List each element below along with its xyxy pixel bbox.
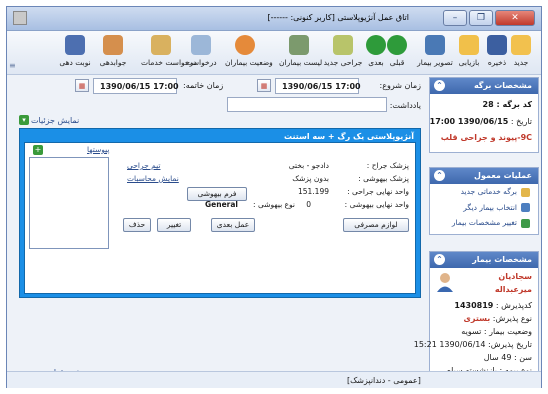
toolbar-appointment-button[interactable]: نوبت دهی	[55, 33, 95, 67]
anesthesia-type-value: General	[205, 200, 238, 209]
status-text: [عمومی - دندانپزشک]	[347, 376, 421, 385]
note-input[interactable]	[227, 97, 387, 112]
collapse-icon[interactable]: ⌃	[434, 170, 445, 181]
save-icon	[487, 35, 507, 55]
anesthesia-type-label: نوع بیهوشی :	[253, 200, 295, 209]
operations-panel-header[interactable]: عملیات معمول ⌃	[430, 168, 538, 184]
surgery-title: آنژیوپلاستی یک رگ + سه استنت	[284, 132, 414, 141]
patient-panel: مشخصات بیمار ⌃ سجادیان میرعبداله کدپذیرش…	[413, 251, 539, 387]
note-label: یادداشت:	[389, 101, 421, 110]
final-unit-value: 151.199	[297, 187, 329, 196]
toolbar-patient-status-button[interactable]: وضعیت بیماران	[225, 33, 273, 67]
request-icon	[191, 35, 211, 55]
search-icon	[289, 35, 309, 55]
admission-type: نوع پذیرش: بستری	[463, 314, 532, 323]
new-sheet-link[interactable]: برگه خدماتی جدید	[430, 184, 538, 200]
anesthetist-label: پزشک بیهوشی :	[358, 174, 409, 183]
window-title: اتاق عمل آنژیوپلاستی [کاربر کنونی: -----…	[267, 13, 409, 22]
surgery-detail-panel: + پیوستها پزشک جراح : دادجو - بختی پزشک …	[24, 142, 416, 294]
common-operations-panel: عملیات معمول ⌃ برگه خدماتی جدید انتخاب ب…	[429, 167, 539, 235]
collapse-icon[interactable]: ⌃	[434, 254, 445, 265]
select-patient-icon	[521, 203, 530, 212]
image-icon	[425, 35, 445, 55]
window-controls: – ❐ ✕	[443, 10, 535, 26]
next-icon	[366, 35, 386, 55]
surgery-card: آنژیوپلاستی یک رگ + سه استنت + پیوستها پ…	[19, 128, 421, 298]
next-operation-button[interactable]: عمل بعدی	[211, 218, 255, 232]
sidebar: مشخصات برگه ⌃ کد برگه : 28 تاریخ : 1390/…	[413, 77, 539, 387]
consumables-button[interactable]: لوازم مصرفی	[343, 218, 409, 232]
anesthesia-unit-label: واحد نهایی بیهوشی :	[344, 200, 409, 209]
record-diagnosis: 9C-پیوند و جراحی قلب	[440, 133, 532, 142]
calendar-icon[interactable]: ▦	[75, 79, 89, 92]
show-details-link[interactable]: نمایش جزئیات	[31, 116, 79, 125]
new-sheet-icon	[521, 187, 530, 197]
app-icon	[13, 11, 27, 25]
add-attachment-icon[interactable]: +	[33, 145, 43, 155]
anesthesia-unit-value: 0	[306, 200, 311, 209]
toolbar-grip-icon: ≡	[9, 61, 16, 70]
avatar	[437, 273, 453, 292]
toolbar-new-surgery-button[interactable]: جراحی جدید	[323, 33, 363, 67]
surgery-icon	[333, 35, 353, 55]
patient-panel-header[interactable]: مشخصات بیمار ⌃	[430, 252, 538, 268]
patient-panel-title: مشخصات بیمار	[472, 255, 532, 264]
patient-state: وضعیت بیمار : تسویه	[461, 327, 532, 336]
patient-status-icon	[235, 35, 255, 55]
start-time-input[interactable]: 1390/06/15 17:00	[275, 78, 361, 94]
admission-code: کدپذیرش : 1430819	[454, 301, 532, 310]
main-content: زمان شروع: 1390/06/15 17:00 ▦ زمان خاتمه…	[17, 77, 421, 377]
calendar-icon[interactable]: ▦	[257, 79, 271, 92]
maximize-button[interactable]: ❐	[469, 10, 493, 26]
select-patient-link[interactable]: انتخاب بیمار دیگر	[430, 200, 538, 216]
service-request-icon	[151, 35, 171, 55]
status-bar: [عمومی - دندانپزشک]	[7, 371, 541, 388]
minimize-button[interactable]: –	[443, 10, 467, 26]
edit-patient-link[interactable]: تغییر مشخصات بیمار	[430, 215, 538, 231]
record-panel-header[interactable]: مشخصات برگه ⌃	[430, 78, 538, 94]
operations-panel-title: عملیات معمول	[474, 171, 532, 180]
final-unit-label: واحد نهایی جراحی :	[347, 187, 409, 196]
main-toolbar: ≡ جدید ذخیره بازیابی تصویر بیمار قبلی بع…	[7, 31, 541, 75]
appointment-icon	[65, 35, 85, 55]
surgeon-label: پزشک جراح :	[366, 161, 409, 170]
record-panel-title: مشخصات برگه	[473, 81, 532, 90]
close-button[interactable]: ✕	[495, 10, 535, 26]
title-bar: اتاق عمل آنژیوپلاستی [کاربر کنونی: -----…	[7, 7, 541, 31]
toolbar-service-request-button[interactable]: درخواست خدمات	[141, 33, 197, 67]
admission-date: تاریخ پذیرش: 1390/06/14 15:21	[413, 340, 532, 349]
anesthetist-value: بدون پزشک	[292, 174, 329, 183]
show-calculations-link[interactable]: نمایش محاسبات	[127, 174, 179, 183]
application-window: اتاق عمل آنژیوپلاستی [کاربر کنونی: -----…	[6, 6, 542, 388]
toolbar-restore-button[interactable]: بازیابی	[449, 33, 489, 67]
record-date: تاریخ : 1390/06/15 17:00	[429, 117, 532, 126]
end-time-input[interactable]: 1390/06/15 17:00	[93, 78, 179, 94]
change-button[interactable]: تغییر	[157, 218, 191, 232]
toolbar-answer-button[interactable]: جوابدهی	[93, 33, 133, 67]
show-details-icon[interactable]: ▾	[19, 115, 29, 125]
toolbar-patient-list-button[interactable]: لیست بیماران	[279, 33, 322, 67]
surgeon-value: دادجو - بختی	[288, 161, 329, 170]
record-panel: مشخصات برگه ⌃ کد برگه : 28 تاریخ : 1390/…	[429, 77, 539, 153]
patient-age: سن : 49 سال	[483, 353, 532, 362]
toolbar-patient-image-button[interactable]: تصویر بیمار	[415, 33, 455, 67]
answer-icon	[103, 35, 123, 55]
delete-button[interactable]: حذف	[123, 218, 151, 232]
record-number: کد برگه : 28	[482, 100, 532, 109]
end-time-label: زمان خاتمه:	[183, 81, 224, 90]
folder-icon	[459, 35, 479, 55]
edit-patient-icon	[521, 218, 530, 228]
surgery-team-link[interactable]: تیم جراحی	[127, 161, 160, 170]
collapse-icon[interactable]: ⌃	[434, 80, 445, 91]
attachments-list[interactable]	[29, 157, 109, 249]
anesthesia-form-button[interactable]: فرم بیهوشی	[187, 187, 247, 201]
attachments-link[interactable]: پیوستها	[87, 145, 110, 154]
start-time-label: زمان شروع:	[379, 81, 421, 90]
